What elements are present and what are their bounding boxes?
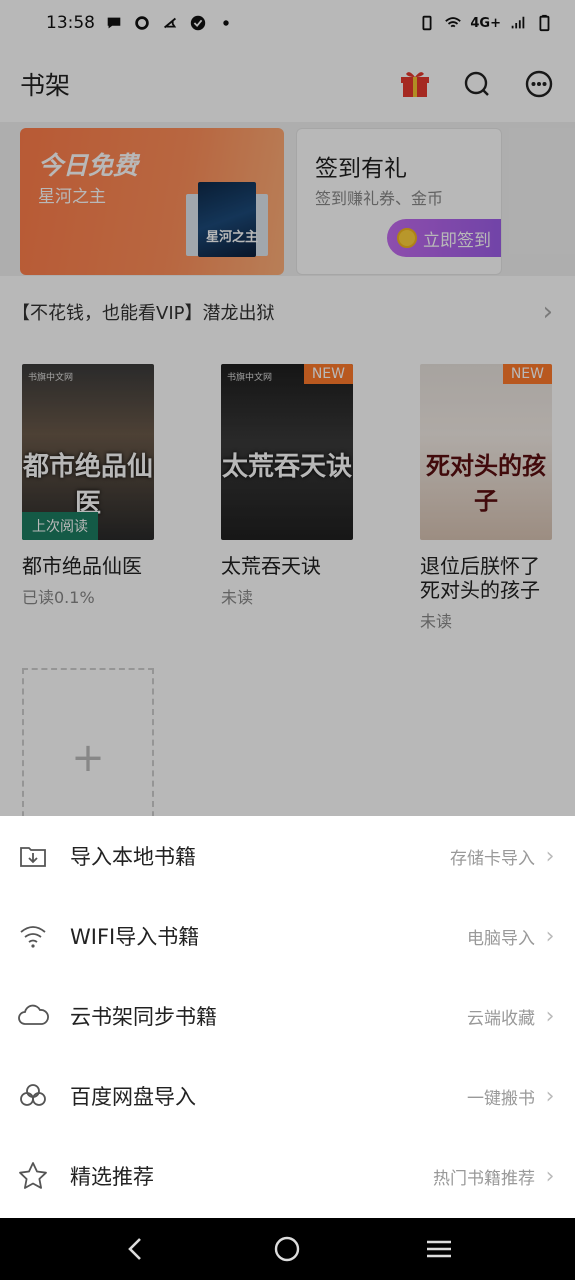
home-icon [275, 1236, 300, 1262]
chevron-right-icon: › [545, 1163, 555, 1189]
chevron-right-icon: › [545, 843, 555, 869]
row-label: 云书架同步书籍 [70, 1005, 217, 1029]
row-label: 导入本地书籍 [70, 845, 196, 869]
row-hint: 存储卡导入 [450, 848, 535, 869]
menu-icon [427, 1240, 452, 1258]
chevron-right-icon: › [545, 1003, 555, 1029]
back-icon [127, 1238, 141, 1260]
cloud-icon [16, 999, 50, 1033]
chevron-right-icon: › [545, 1083, 555, 1109]
baidu-pan-icon [16, 1079, 50, 1113]
row-label: WIFI导入书籍 [70, 925, 200, 949]
recents-button[interactable] [419, 1229, 459, 1269]
sheet-row-cloud-sync[interactable]: 云书架同步书籍 云端收藏 › [0, 976, 575, 1056]
row-hint: 电脑导入 [467, 928, 535, 949]
row-label: 百度网盘导入 [70, 1085, 196, 1109]
row-hint: 热门书籍推荐 [433, 1168, 535, 1189]
home-button[interactable] [267, 1229, 307, 1269]
sheet-row-featured[interactable]: 精选推荐 热门书籍推荐 › [0, 1136, 575, 1216]
import-icon [16, 839, 50, 873]
sheet-row-import-local[interactable]: 导入本地书籍 存储卡导入 › [0, 816, 575, 896]
sheet-row-wifi-import[interactable]: WIFI导入书籍 电脑导入 › [0, 896, 575, 976]
star-icon [16, 1159, 50, 1193]
row-label: 精选推荐 [70, 1165, 154, 1189]
chevron-right-icon: › [545, 923, 555, 949]
import-sheet: 导入本地书籍 存储卡导入 › WIFI导入书籍 电脑导入 › 云书架同步书籍 云… [0, 816, 575, 1218]
back-button[interactable] [116, 1229, 156, 1269]
row-hint: 云端收藏 [467, 1008, 535, 1029]
wifi-icon [16, 919, 50, 953]
row-hint: 一键搬书 [467, 1088, 535, 1109]
system-nav-bar [0, 1218, 575, 1280]
sheet-row-baidu-pan[interactable]: 百度网盘导入 一键搬书 › [0, 1056, 575, 1136]
